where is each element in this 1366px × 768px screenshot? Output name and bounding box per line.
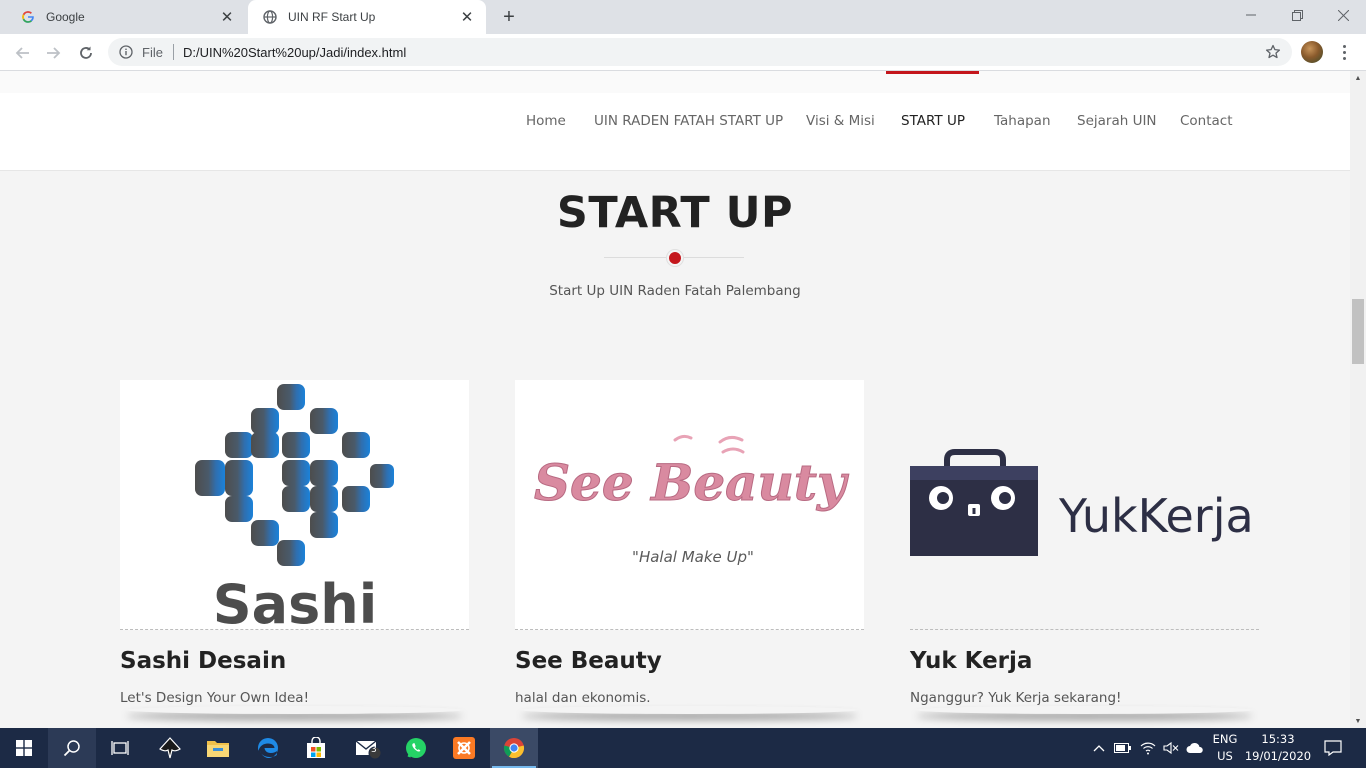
chrome-icon[interactable] <box>490 728 538 768</box>
section-subtitle: Start Up UIN Raden Fatah Palembang <box>549 283 801 299</box>
reload-icon[interactable] <box>72 39 100 67</box>
browser-tab-strip: Google ✕ UIN RF Start Up ✕ + <box>0 0 1366 34</box>
xampp-icon[interactable] <box>440 728 488 768</box>
new-tab-button[interactable]: + <box>497 5 521 29</box>
card-title[interactable]: Sashi Desain <box>120 648 286 674</box>
site-header: Home UIN RADEN FATAH START UP Visi & Mis… <box>0 71 1350 171</box>
whatsapp-icon[interactable] <box>392 728 440 768</box>
nav-home[interactable]: Home <box>526 93 566 149</box>
card-description: halal dan ekonomis. <box>515 690 651 706</box>
see-beauty-logo: See Beauty "Halal Make Up" <box>515 380 864 630</box>
see-beauty-logo-text: See Beauty <box>534 453 849 512</box>
tab-google[interactable]: Google ✕ <box>6 0 246 34</box>
card-title[interactable]: Yuk Kerja <box>910 648 1032 674</box>
yuk-kerja-logo-text: YukKerja <box>1058 489 1254 543</box>
mail-icon[interactable]: 3 <box>344 728 392 768</box>
main-nav: Home UIN RADEN FATAH START UP Visi & Mis… <box>0 93 1350 149</box>
minimize-icon[interactable] <box>1228 0 1274 30</box>
info-icon[interactable] <box>118 44 134 60</box>
sashi-logo-text: Sashi <box>213 573 377 630</box>
tab-title: UIN RF Start Up <box>288 10 376 24</box>
startup-card-sashi[interactable]: Sashi Sashi Desain Let's Design Your Own… <box>120 380 469 712</box>
startup-card-yuk-kerja[interactable]: YukKerja Yuk Kerja Nganggur? Yuk Kerja s… <box>910 380 1259 712</box>
menu-icon[interactable] <box>1334 40 1354 64</box>
mail-badge-count: 3 <box>371 745 377 755</box>
bookmark-star-icon[interactable] <box>1264 43 1282 61</box>
browser-toolbar: File D:/UIN%20Start%20up/Jadi/index.html <box>0 34 1366 71</box>
task-view-icon[interactable] <box>96 728 144 768</box>
url-scheme-label: File <box>142 44 163 60</box>
onedrive-cloud-icon[interactable] <box>1184 728 1206 768</box>
store-icon[interactable] <box>292 728 340 768</box>
nav-start-up[interactable]: START UP <box>901 93 965 149</box>
yuk-kerja-logo: YukKerja <box>910 380 1259 630</box>
startup-card-see-beauty[interactable]: See Beauty "Halal Make Up" See Beauty ha… <box>515 380 864 712</box>
profile-avatar[interactable] <box>1301 41 1323 63</box>
restore-icon[interactable] <box>1274 0 1320 30</box>
clock-time: 15:33 <box>1261 732 1295 746</box>
page-viewport: Home UIN RADEN FATAH START UP Visi & Mis… <box>0 71 1350 728</box>
search-icon[interactable] <box>48 728 96 768</box>
close-icon[interactable]: ✕ <box>456 6 478 28</box>
system-clock[interactable]: 15:33 19/01/2020 <box>1243 728 1313 768</box>
chevron-up-icon[interactable] <box>1090 728 1108 768</box>
google-icon <box>20 9 36 25</box>
windows-start-icon[interactable] <box>0 728 48 768</box>
globe-icon <box>262 9 278 25</box>
tab-uin-rf-start-up[interactable]: UIN RF Start Up ✕ <box>248 0 486 34</box>
scroll-thumb[interactable] <box>1352 299 1364 364</box>
notifications-icon[interactable] <box>1318 728 1348 768</box>
divider <box>172 44 174 60</box>
url-text[interactable]: D:/UIN%20Start%20up/Jadi/index.html <box>183 45 406 60</box>
scroll-down-arrow-icon[interactable]: ▼ <box>1350 714 1366 728</box>
scroll-up-arrow-icon[interactable]: ▲ <box>1350 71 1366 85</box>
close-icon[interactable]: ✕ <box>216 6 238 28</box>
windows-taskbar: 3 ENG US 15:33 19/01/2020 <box>0 728 1366 768</box>
card-title[interactable]: See Beauty <box>515 648 662 674</box>
tab-title: Google <box>46 10 85 24</box>
language-indicator[interactable]: ENG US <box>1207 728 1243 768</box>
page-scrollbar[interactable]: ▲ ▼ <box>1350 71 1366 728</box>
nav-active-indicator <box>886 71 979 74</box>
back-icon[interactable] <box>8 39 36 67</box>
close-window-icon[interactable] <box>1320 0 1366 30</box>
clock-date: 19/01/2020 <box>1244 749 1312 763</box>
edge-icon[interactable] <box>244 728 292 768</box>
nav-contact[interactable]: Contact <box>1180 93 1233 149</box>
card-description: Nganggur? Yuk Kerja sekarang! <box>910 690 1122 706</box>
nav-tahapan[interactable]: Tahapan <box>994 93 1051 149</box>
nav-visi-misi[interactable]: Visi & Misi <box>806 93 875 149</box>
file-explorer-icon[interactable] <box>194 728 242 768</box>
volume-muted-icon[interactable] <box>1160 728 1182 768</box>
card-description: Let's Design Your Own Idea! <box>120 690 309 706</box>
battery-icon[interactable] <box>1112 728 1134 768</box>
sashi-logo: Sashi <box>120 380 469 630</box>
title-divider-dot <box>667 250 683 266</box>
forward-icon[interactable] <box>40 39 68 67</box>
section-title: START UP <box>556 188 794 238</box>
see-beauty-tagline: "Halal Make Up" <box>632 548 754 566</box>
wifi-icon[interactable] <box>1137 728 1159 768</box>
nav-uin-raden-fatah-start-up[interactable]: UIN RADEN FATAH START UP <box>594 93 783 149</box>
inkscape-icon[interactable] <box>146 728 194 768</box>
nav-sejarah-uin[interactable]: Sejarah UIN <box>1077 93 1157 149</box>
address-bar[interactable]: File D:/UIN%20Start%20up/Jadi/index.html <box>108 38 1292 66</box>
